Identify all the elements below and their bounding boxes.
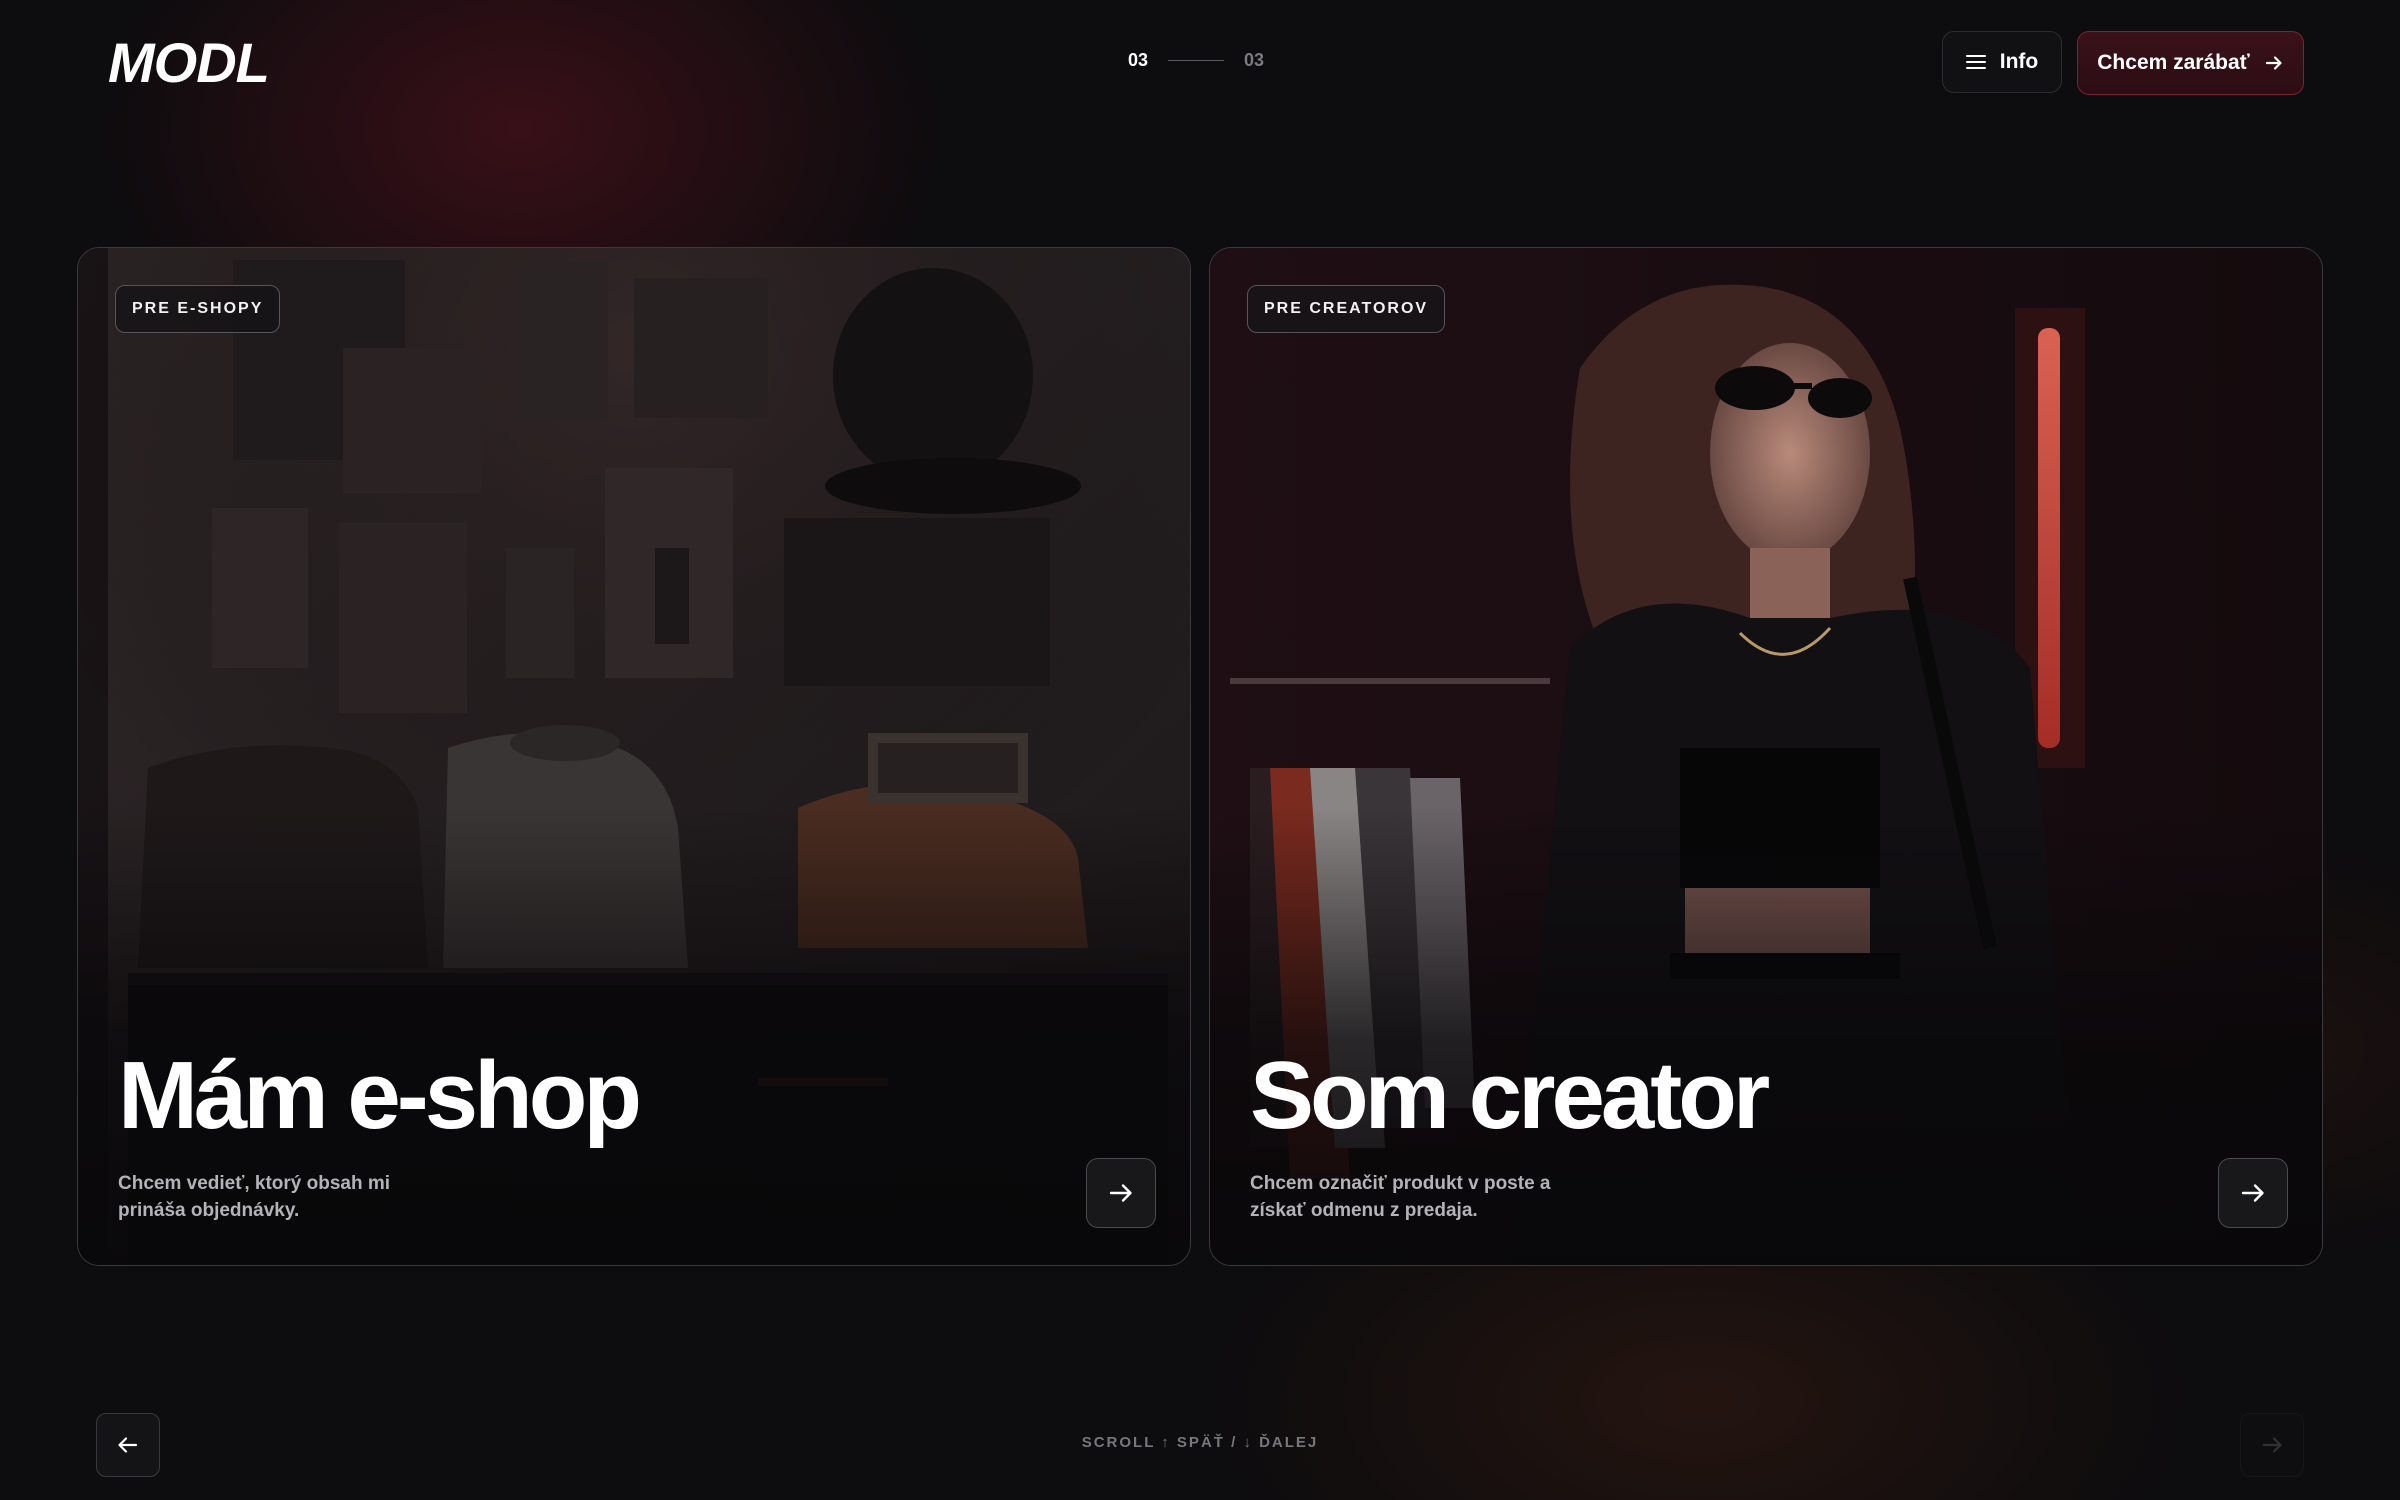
scroll-hint: SCROLL ↑ SPÄŤ / ↓ ĎALEJ bbox=[1081, 1434, 1319, 1451]
info-button-label: Info bbox=[1999, 50, 2039, 73]
arrow-right-icon bbox=[1109, 1184, 1132, 1202]
eshop-title: Mám e-shop bbox=[118, 1042, 642, 1149]
creator-title: Som creator bbox=[1250, 1042, 1770, 1149]
arrow-right-icon bbox=[2265, 56, 2282, 70]
eshop-tag: PRE E-SHOPY bbox=[115, 285, 281, 333]
slide-pager: 03 03 bbox=[1128, 50, 1264, 71]
creator-card[interactable]: PRE CREATOROV Som creator Chcem označiť … bbox=[1209, 247, 2323, 1266]
page: MODL 03 03 Info Chcem zarábať PRE E-SHOP… bbox=[0, 0, 2400, 1500]
pager-divider bbox=[1168, 60, 1225, 61]
creator-arrow-button[interactable] bbox=[2218, 1158, 2288, 1228]
arrow-right-icon bbox=[2262, 1437, 2282, 1453]
next-slide-button[interactable] bbox=[2240, 1413, 2304, 1477]
menu-icon bbox=[1965, 54, 1986, 70]
pager-total: 03 bbox=[1244, 50, 1265, 70]
earn-cta-label: Chcem zarábať bbox=[2097, 51, 2250, 74]
pager-current: 03 bbox=[1128, 50, 1149, 70]
creator-tag: PRE CREATOROV bbox=[1247, 285, 1446, 333]
eshop-arrow-button[interactable] bbox=[1086, 1158, 1156, 1228]
eshop-description: Chcem vedieť, ktorý obsah mi prináša obj… bbox=[118, 1173, 391, 1221]
logo[interactable]: MODL bbox=[108, 30, 270, 95]
info-button[interactable]: Info bbox=[1942, 31, 2062, 93]
eshop-card[interactable]: PRE E-SHOPY Mám e-shop Chcem vedieť, kto… bbox=[77, 247, 1191, 1266]
creator-description: Chcem označiť produkt v poste a získať o… bbox=[1250, 1173, 1551, 1221]
earn-cta-button[interactable]: Chcem zarábať bbox=[2077, 31, 2304, 95]
arrow-right-icon bbox=[2241, 1184, 2264, 1202]
